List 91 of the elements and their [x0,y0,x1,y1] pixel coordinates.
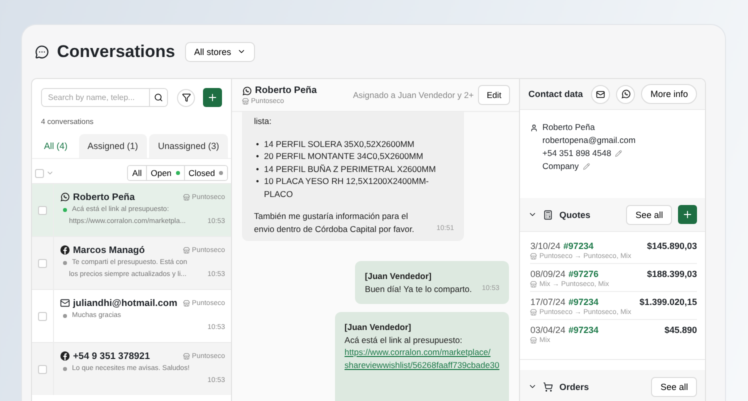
assignee-text: Asignado a Juan Vendedor y 2+ [352,90,474,100]
section-title: Contact data [528,89,583,99]
quote-date: 03/04/24 [530,325,566,335]
search-icon [154,93,163,102]
message-text: Buen día! Ya te lo comparto. [364,282,472,295]
search-button[interactable] [149,89,167,106]
filter-icon [182,93,190,102]
store-icon [182,246,190,254]
message-text: Acá está el link al presupuesto: [344,334,462,346]
section-title: Quotes [559,210,590,220]
section-title: Orders [559,382,589,392]
list-item: 14 PERFIL SOLERA 35X0,52X2600MM [264,138,414,150]
quote-number[interactable]: #97234 [568,297,598,307]
row-checkbox[interactable] [38,258,47,268]
store-icon [530,337,538,344]
list-bullet: • [256,138,259,150]
see-all-button[interactable]: See all [626,204,672,224]
quote-number[interactable]: #97276 [568,269,598,279]
quote-date: 08/09/24 [530,269,566,279]
tab[interactable]: Unassigned (3) [149,134,228,158]
status-filter[interactable]: Closed [184,166,227,180]
chevron-down-icon [237,47,246,56]
user-icon [530,124,538,132]
quote-amount: $45.890 [664,325,697,335]
store-icon [182,352,190,360]
edit-icon[interactable] [582,163,590,170]
store-icon [182,300,190,306]
calculator-icon [543,210,554,220]
see-all-button[interactable]: See all [651,376,697,396]
add-button[interactable] [678,205,697,224]
quote-date: 17/07/24 [530,297,566,307]
search-field[interactable]: Search by name, telep... [41,88,168,107]
plus-icon [682,209,693,220]
contact-name: juliandhi@hotmail.com [73,298,178,308]
filter-button[interactable] [177,88,195,106]
plus-icon [207,92,218,103]
list-bullet: • [256,162,259,175]
chevron-down-icon[interactable] [528,210,538,219]
facebook-icon [60,351,70,361]
row-checkbox[interactable] [38,312,47,320]
contact-name: Roberto Peña [255,85,317,96]
quote-amount: $188.399,03 [646,269,697,279]
contact-phone: +54 351 898 4548 [542,148,612,159]
list-bullet: • [256,150,259,162]
chat-bubble-icon [35,44,49,58]
contact-name: Roberto Peña [542,122,595,133]
whatsapp-icon [242,86,252,96]
mail-icon [60,298,70,308]
facebook-icon [60,245,70,255]
message-author: [Juan Vendedor] [364,270,432,282]
edit-button[interactable]: Edit [478,85,510,105]
whatsapp-icon [60,192,70,202]
list-item: 10 PLACA YESO RH 12,5X1200X2400MM-PLACO [264,175,430,200]
contact-name: Marcos Managó [73,244,145,256]
store-icon [530,253,538,260]
list-item: 20 PERFIL MONTANTE 34C0,5X2600MM [264,150,424,162]
whatsapp-icon [620,89,631,99]
message-author: [Juan Vendedor] [344,321,412,334]
chevron-down-icon[interactable] [528,382,538,391]
quote-link[interactable]: shareviewwishlist/56268faaff739cbade30 [344,358,500,371]
more-info-button[interactable]: More info [641,84,697,104]
quote-amount: $145.890,03 [646,241,697,251]
tab[interactable]: Assigned (1) [78,134,148,158]
contact-email: robertopena@gmail.com [542,135,636,146]
mail-icon [596,90,606,98]
contact-name: +54 9 351 378921 [73,350,150,362]
row-checkbox[interactable] [38,206,47,214]
contact-company: Company [542,161,579,172]
email-button[interactable] [591,84,610,104]
store-icon [530,281,538,288]
message-text: lista: [254,115,272,128]
quote-date: 3/10/24 [530,241,560,251]
quote-amount: $1.399.020,15 [639,297,697,307]
list-bullet: • [256,175,259,188]
quote-number[interactable]: #97234 [563,241,594,251]
quote-link[interactable]: https://www.corralon.com/marketplace/ [344,346,500,358]
list-item: 14 PERFIL BUÑA Z PERIMETRAL X2600MM [264,162,436,175]
add-button[interactable] [203,88,222,107]
store-icon [242,98,249,105]
edit-icon[interactable] [615,150,622,157]
cart-icon [543,382,554,392]
quote-number[interactable]: #97234 [568,325,598,335]
page-title: Conversations [57,42,176,62]
message-text: También me gustaría información para el envio dentro de Córdoba Capital por favor. [254,210,416,235]
select-all-checkbox[interactable] [35,168,44,178]
store-icon [182,194,190,200]
row-checkbox[interactable] [38,364,47,374]
whatsapp-button[interactable] [616,84,636,104]
contact-name: Roberto Peña [73,192,135,202]
store-select[interactable]: All stores [185,42,256,62]
store-icon [530,309,538,316]
